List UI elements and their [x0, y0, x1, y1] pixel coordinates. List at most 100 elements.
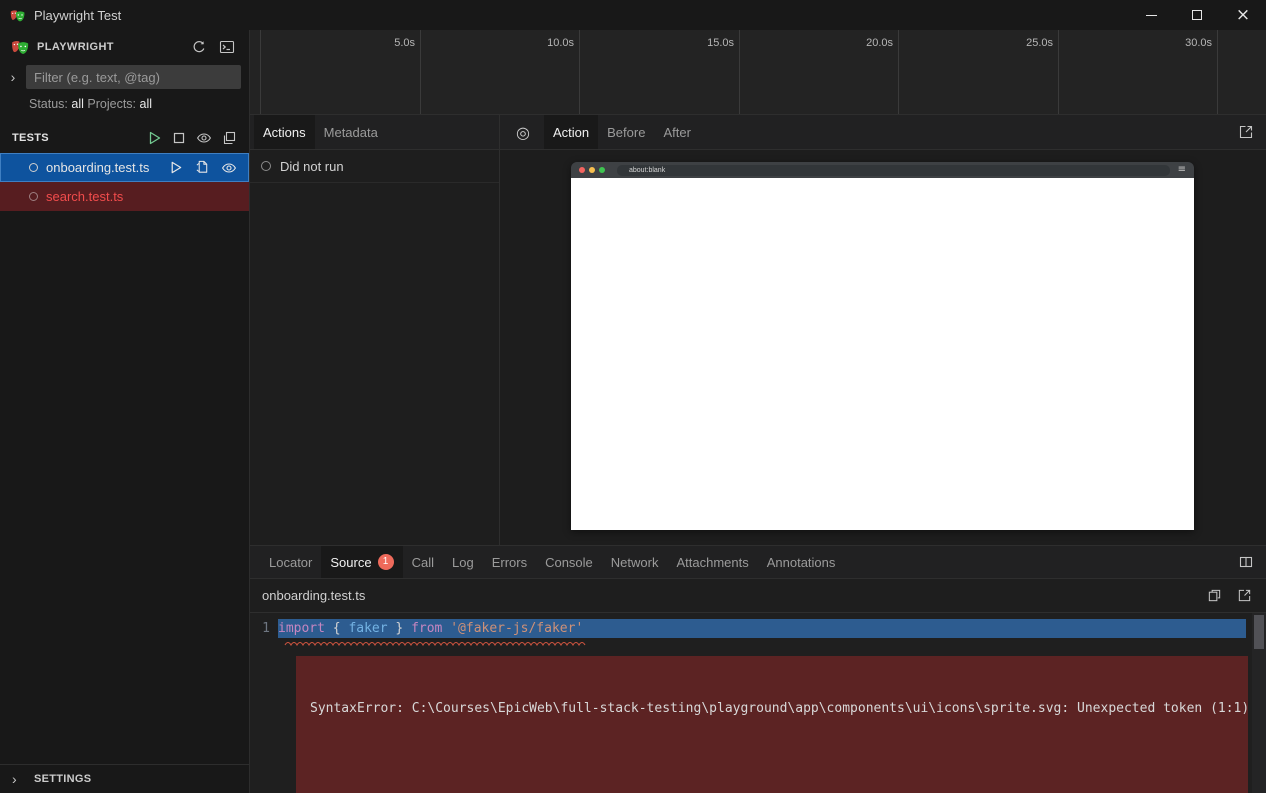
- timeline[interactable]: 5.0s 10.0s 15.0s 20.0s 25.0s 30.0s: [250, 30, 1266, 115]
- titlebar: Playwright Test ×: [0, 0, 1266, 30]
- stop-button[interactable]: [169, 128, 189, 148]
- browser-page-snapshot[interactable]: [571, 178, 1194, 530]
- tab-after[interactable]: After: [654, 115, 699, 149]
- error-squiggle: [284, 639, 586, 647]
- projects-label: Projects:: [87, 97, 136, 111]
- terminal-icon[interactable]: [217, 37, 237, 57]
- playwright-logo-icon: [10, 37, 30, 57]
- split-view-icon[interactable]: [1236, 552, 1256, 572]
- browser-menu-icon[interactable]: ≡: [1178, 165, 1186, 175]
- window-title: Playwright Test: [34, 8, 121, 23]
- tab-metadata[interactable]: Metadata: [315, 115, 387, 149]
- timeline-gridline: [420, 30, 421, 114]
- traffic-light-yellow-icon: [589, 167, 595, 173]
- test-file-name: onboarding.test.ts: [46, 160, 149, 175]
- playwright-test-window: Playwright Test × PLAYWRIGHT: [0, 0, 1266, 793]
- timeline-tick-label: 5.0s: [394, 37, 420, 49]
- tab-actions[interactable]: Actions: [254, 115, 315, 149]
- source-error-count-badge: 1: [378, 554, 394, 570]
- tests-section-header: TESTS: [0, 123, 249, 153]
- bottom-panel: Locator Source 1 Call Log Errors Console…: [250, 545, 1266, 793]
- source-scrollbar-thumb[interactable]: [1254, 615, 1264, 649]
- timeline-gridline: [1217, 30, 1218, 114]
- filter-input[interactable]: [26, 65, 241, 89]
- filter-row: ›: [0, 63, 249, 91]
- tab-locator[interactable]: Locator: [260, 546, 321, 578]
- projects-value: all: [140, 97, 153, 111]
- timeline-gridline: [1058, 30, 1059, 114]
- settings-section[interactable]: › SETTINGS: [0, 764, 249, 793]
- snapshot-area: about:blank ≡: [500, 150, 1266, 545]
- settings-label: SETTINGS: [34, 773, 91, 785]
- traffic-light-red-icon: [579, 167, 585, 173]
- timeline-gridline: [260, 30, 261, 114]
- tab-errors[interactable]: Errors: [483, 546, 536, 578]
- tab-action[interactable]: Action: [544, 115, 598, 149]
- timeline-gridline: [579, 30, 580, 114]
- copy-icon[interactable]: [1204, 586, 1224, 606]
- timeline-gridline: [898, 30, 899, 114]
- test-file-name: search.test.ts: [46, 189, 123, 204]
- reload-tests-button[interactable]: [189, 37, 209, 57]
- open-source-file-icon[interactable]: [192, 158, 212, 178]
- tab-attachments[interactable]: Attachments: [667, 546, 757, 578]
- source-view[interactable]: 1 import { faker } from '@faker-js/faker…: [250, 613, 1266, 793]
- did-not-run-row[interactable]: Did not run: [250, 150, 499, 183]
- test-status-circle-icon: [29, 192, 38, 201]
- status-circle-icon: [261, 161, 271, 171]
- open-external-icon[interactable]: [1234, 586, 1254, 606]
- close-button[interactable]: ×: [1220, 0, 1266, 30]
- tests-title: TESTS: [12, 132, 49, 144]
- chevron-right-icon[interactable]: ›: [0, 69, 26, 85]
- watch-all-eye-icon[interactable]: [194, 128, 214, 148]
- run-test-button[interactable]: [165, 158, 185, 178]
- test-status-circle-icon: [29, 163, 38, 172]
- tab-source[interactable]: Source 1: [321, 546, 402, 578]
- source-file-bar: onboarding.test.ts: [250, 579, 1266, 613]
- did-not-run-label: Did not run: [280, 159, 344, 174]
- syntax-error-box: SyntaxError: C:\Courses\EpicWeb\full-sta…: [296, 656, 1248, 793]
- browser-address-bar: about:blank: [617, 165, 1170, 176]
- source-scrollbar[interactable]: [1252, 613, 1266, 793]
- timeline-tick-label: 30.0s: [1185, 37, 1217, 49]
- timeline-tick-label: 20.0s: [866, 37, 898, 49]
- timeline-tick-label: 25.0s: [1026, 37, 1058, 49]
- test-row-onboarding[interactable]: onboarding.test.ts: [0, 153, 249, 182]
- pick-locator-target-icon[interactable]: ◎: [510, 119, 536, 145]
- test-row-search[interactable]: search.test.ts: [0, 182, 249, 211]
- run-all-button[interactable]: [144, 128, 164, 148]
- actions-panel: Actions Metadata Did not run: [250, 115, 500, 545]
- playwright-section-title: PLAYWRIGHT: [37, 41, 114, 53]
- tab-call[interactable]: Call: [403, 546, 443, 578]
- playwright-logo-icon: [9, 7, 26, 24]
- browser-header: about:blank ≡: [571, 162, 1194, 178]
- chevron-right-icon: ›: [12, 771, 34, 787]
- browser-preview-window: about:blank ≡: [571, 162, 1194, 530]
- error-message: SyntaxError: C:\Courses\EpicWeb\full-sta…: [310, 700, 1234, 718]
- code-content: import { faker } from '@faker-js/faker': [278, 619, 1246, 638]
- status-label: Status:: [29, 97, 68, 111]
- collapse-all-icon[interactable]: [219, 128, 239, 148]
- open-snapshot-external-icon[interactable]: [1236, 122, 1256, 142]
- traffic-light-green-icon: [599, 167, 605, 173]
- tab-network[interactable]: Network: [602, 546, 668, 578]
- main-area: 5.0s 10.0s 15.0s 20.0s 25.0s 30.0s Actio…: [250, 30, 1266, 793]
- code-line-1: 1 import { faker } from '@faker-js/faker…: [250, 619, 1266, 638]
- timeline-gridline: [739, 30, 740, 114]
- sidebar: PLAYWRIGHT ›: [0, 30, 250, 793]
- watch-test-eye-icon[interactable]: [219, 158, 239, 178]
- playwright-section-header: PLAYWRIGHT: [0, 30, 249, 63]
- timeline-tick-label: 10.0s: [547, 37, 579, 49]
- filter-status-line: Status: all Projects: all: [0, 91, 249, 119]
- status-value: all: [71, 97, 84, 111]
- source-file-name: onboarding.test.ts: [262, 588, 365, 603]
- line-number: 1: [250, 619, 278, 638]
- maximize-button[interactable]: [1174, 0, 1220, 30]
- timeline-tick-label: 15.0s: [707, 37, 739, 49]
- minimize-button[interactable]: [1128, 0, 1174, 30]
- tab-console[interactable]: Console: [536, 546, 602, 578]
- tab-annotations[interactable]: Annotations: [758, 546, 845, 578]
- tab-before[interactable]: Before: [598, 115, 654, 149]
- tab-log[interactable]: Log: [443, 546, 483, 578]
- snapshot-panel: ◎ Action Before After: [500, 115, 1266, 545]
